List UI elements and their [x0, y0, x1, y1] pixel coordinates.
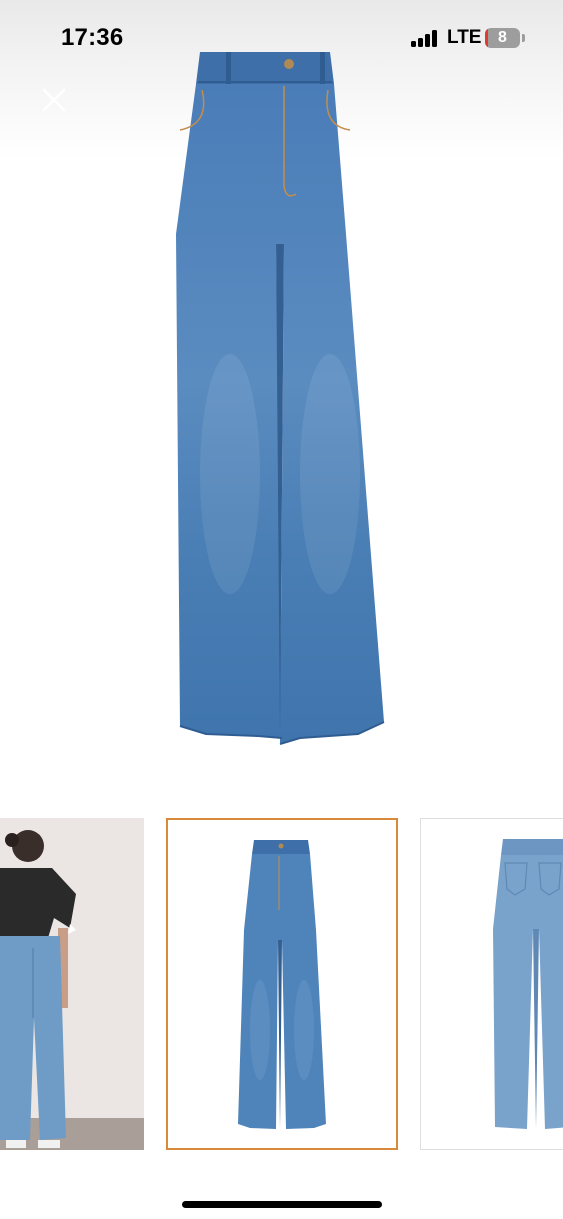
close-button[interactable]	[38, 84, 70, 116]
jeans-front-photo	[176, 52, 385, 745]
signal-icon	[411, 30, 439, 47]
battery-level: 8	[498, 29, 507, 46]
thumbnail-2-selected[interactable]	[166, 818, 398, 1150]
battery-icon: 8	[485, 28, 520, 48]
model-back-view-photo	[0, 818, 144, 1150]
thumbnail-1[interactable]	[0, 818, 144, 1150]
battery-cap	[522, 34, 525, 42]
thumbnail-strip	[0, 818, 563, 1150]
close-icon	[42, 88, 66, 112]
status-time: 17:36	[61, 24, 124, 51]
home-indicator[interactable]	[182, 1201, 382, 1208]
network-label: LTE	[447, 27, 482, 48]
jeans-back-photo	[493, 839, 563, 1129]
jeans-front-photo	[238, 840, 326, 1129]
main-product-image[interactable]	[150, 44, 410, 756]
thumbnail-3[interactable]	[420, 818, 563, 1150]
